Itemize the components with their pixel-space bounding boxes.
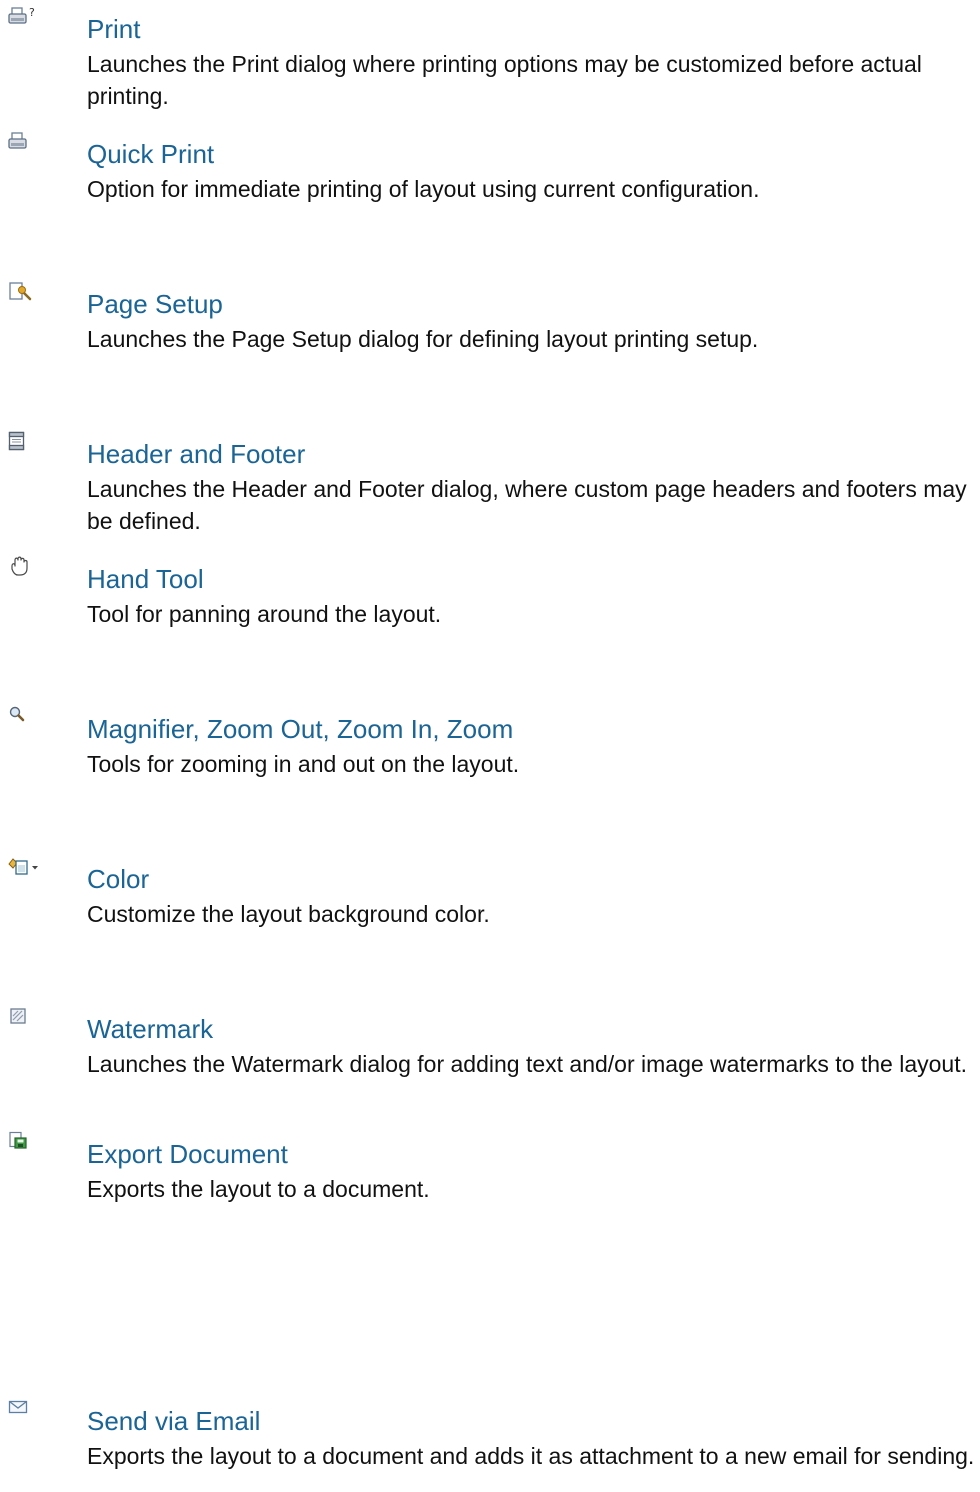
entry-description: Tool for panning around the layout. (87, 601, 442, 627)
entry-description: Exports the layout to a document. (87, 1176, 430, 1202)
magnifier-icon (8, 706, 36, 728)
entry-title-export-document[interactable]: Export Document (87, 1139, 288, 1169)
entry-title-page-setup[interactable]: Page Setup (87, 289, 223, 319)
entry-title-send-via-email[interactable]: Send via Email (87, 1406, 260, 1436)
hand-icon (8, 556, 36, 578)
watermark-icon (8, 1006, 36, 1028)
page-setup-icon (8, 281, 36, 303)
entry-title-hand-tool[interactable]: Hand Tool (87, 564, 204, 594)
entry-title-quick-print[interactable]: Quick Print (87, 139, 214, 169)
paint-bucket-dropdown-icon (8, 856, 38, 878)
entry-description: Launches the Watermark dialog for adding… (87, 1051, 967, 1077)
entry-description: Launches the Print dialog where printing… (87, 51, 922, 109)
entry-title-color[interactable]: Color (87, 864, 149, 894)
entry-title-header-footer[interactable]: Header and Footer (87, 439, 305, 469)
entry-description: Customize the layout background color. (87, 901, 490, 927)
entry-title-magnifier[interactable]: Magnifier, Zoom Out, Zoom In, Zoom (87, 714, 513, 744)
envelope-icon (8, 1398, 36, 1420)
entry-title-watermark[interactable]: Watermark (87, 1014, 213, 1044)
printer-options-icon: ? (8, 6, 36, 28)
printer-icon (8, 131, 36, 153)
entry-description: Launches the Header and Footer dialog, w… (87, 476, 967, 534)
export-document-icon (8, 1131, 36, 1153)
entry-description: Exports the layout to a document and add… (87, 1443, 975, 1469)
entry-description: Tools for zooming in and out on the layo… (87, 751, 520, 777)
entry-title-print[interactable]: Print (87, 14, 140, 44)
entry-description: Launches the Page Setup dialog for defin… (87, 326, 759, 352)
header-footer-icon (8, 431, 36, 453)
entry-description: Option for immediate printing of layout … (87, 176, 760, 202)
svg-text:?: ? (29, 6, 35, 19)
